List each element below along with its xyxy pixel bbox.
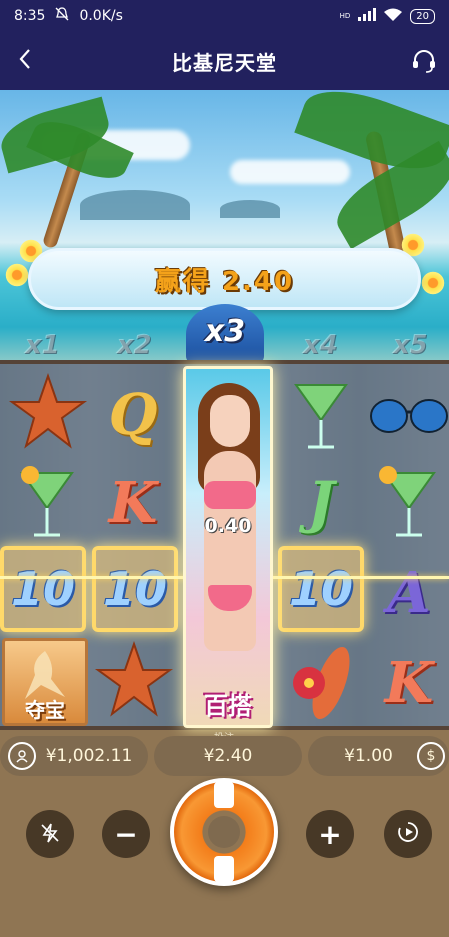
status-time: 8:35 <box>14 8 46 24</box>
symbol-ten: 10 <box>288 562 353 616</box>
battery-level: 20 <box>416 10 429 22</box>
coin-icon: $ <box>417 742 445 770</box>
life-ring-stripe <box>214 782 234 808</box>
turbo-button[interactable] <box>26 810 74 858</box>
symbol-j: J <box>307 470 335 536</box>
autoplay-icon <box>396 818 420 851</box>
cocktail-icon <box>278 372 364 458</box>
scatter-label: 夺宝 <box>25 698 65 722</box>
mute-bell-icon <box>55 7 69 25</box>
life-ring-stripe <box>214 856 234 882</box>
net-type-label: HD <box>339 12 351 20</box>
multiplier-x2: x2 <box>116 330 152 360</box>
headset-icon[interactable] <box>411 48 437 74</box>
flower-icon <box>4 262 30 288</box>
page-title: 比基尼天堂 <box>172 50 277 75</box>
symbol-ten: 10 <box>102 562 167 616</box>
multiplier-x4: x4 <box>302 330 338 360</box>
bet-value: ¥1.00 <box>344 746 393 766</box>
island <box>80 190 190 220</box>
symbol-a: A <box>387 560 431 626</box>
flower-icon <box>420 270 446 296</box>
win-value: ¥2.40 <box>203 746 253 766</box>
symbol-ten: 10 <box>10 562 75 616</box>
balance-pill[interactable]: ¥1,002.11 <box>0 736 148 776</box>
wallet-icon <box>8 742 36 770</box>
lightning-off-icon <box>39 818 61 851</box>
wifi-icon <box>384 8 403 24</box>
spin-button[interactable] <box>170 778 278 886</box>
title-bar: 比基尼天堂 <box>0 32 449 90</box>
symbol-k: K <box>108 470 158 536</box>
minus-icon: − <box>114 817 138 851</box>
sunglasses-icon <box>366 372 449 458</box>
wild-label: 百搭 <box>204 692 252 720</box>
cocktail-icon <box>366 460 449 546</box>
balance-value: ¥1,002.11 <box>45 746 133 766</box>
status-net-speed: 0.0K/s <box>79 8 123 24</box>
plus-icon: + <box>318 817 342 851</box>
plus-button[interactable]: + <box>306 810 354 858</box>
multiplier-x1: x1 <box>24 330 60 360</box>
controls-bar: − + <box>0 776 449 937</box>
status-bar: 8:35 0.0K/s HD 20 <box>0 0 449 32</box>
featured-win-value: 0.40 <box>204 515 252 537</box>
cloud <box>230 160 350 184</box>
info-bar: ¥1,002.11 ¥2.40 ¥1.00 $ <box>0 736 449 776</box>
starfish-icon <box>94 640 174 717</box>
battery-icon: 20 <box>410 8 435 24</box>
win-amount-text: 赢得 2.40 <box>154 266 295 297</box>
multiplier-x5: x5 <box>392 330 428 360</box>
back-chevron-icon[interactable] <box>10 46 40 76</box>
win-banner: 赢得 2.40 <box>28 248 421 310</box>
signal-icon <box>358 8 377 24</box>
multiplier-row: x1 x2 x4 x5 <box>0 330 449 360</box>
bet-pill[interactable]: ¥1.00 $ <box>308 736 449 776</box>
minus-button[interactable]: − <box>102 810 150 858</box>
island <box>220 200 280 218</box>
symbol-q: Q <box>108 382 158 448</box>
symbol-k: K <box>384 650 434 716</box>
girl-face <box>210 395 250 447</box>
scatter-symbol: 夺宝 <box>2 638 88 726</box>
starfish-icon <box>8 372 88 449</box>
life-ring-spin-icon <box>208 816 240 848</box>
wild-girl-symbol: 0.40 百搭 <box>183 366 273 728</box>
autoplay-button[interactable] <box>384 810 432 858</box>
cocktail-icon <box>4 460 90 546</box>
flower-surfboard-icon <box>280 640 366 726</box>
girl-bikini-top <box>204 481 256 509</box>
win-pill: ¥2.40 <box>154 736 302 776</box>
